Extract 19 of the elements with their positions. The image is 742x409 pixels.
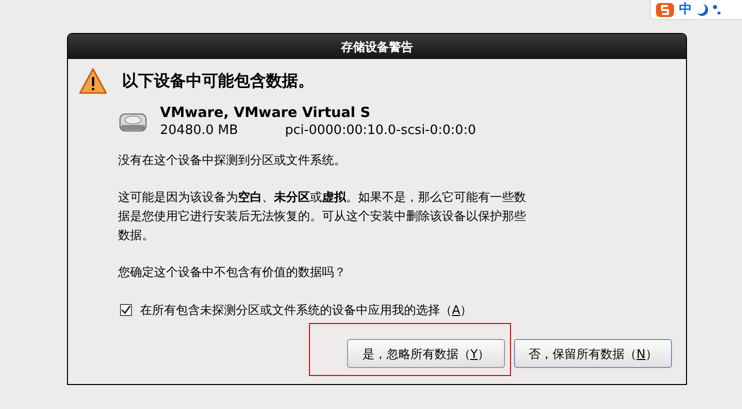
message-text: 没有在这个设备中探测到分区或文件系统。 xyxy=(118,152,347,169)
moon-icon xyxy=(696,2,708,16)
ime-toolbar[interactable]: 中 xyxy=(650,0,742,20)
device-size: 20480.0 MB xyxy=(160,122,238,139)
input-mode-label: 中 xyxy=(679,3,692,16)
checkbox-square[interactable] xyxy=(120,304,132,316)
apply-choice-checkbox[interactable]: 在所有包含未探测分区或文件系统的设备中应用我的选择（A） xyxy=(78,301,686,319)
check-icon xyxy=(121,305,131,315)
warning-icon xyxy=(78,67,108,95)
dialog-button[interactable]: 是，忽略所有数据（Y） xyxy=(347,339,505,368)
warning-heading: 以下设备中可能包含数据。 xyxy=(122,70,314,92)
window-title: 存储设备警告 xyxy=(341,38,413,56)
message-text: 您确定这个设备中不包含有价值的数据吗？ xyxy=(118,264,347,281)
device-name: VMware, VMware Virtual S xyxy=(160,105,372,122)
message-text: 这可能是因为该设备为空白、未分区或虚拟。如果不是，那么它可能有一些数据是您使用它进行安装后无法恢复的。可从这个安装中删除该设备以保护那些数据。 xyxy=(118,189,527,244)
logo-icon xyxy=(655,2,675,18)
dots-icon xyxy=(712,4,722,16)
dialog-button[interactable]: 否，保留所有数据（N） xyxy=(514,339,672,368)
device-path: pci-0000:00:10.0-scsi-0:0:0:0 xyxy=(285,122,476,139)
